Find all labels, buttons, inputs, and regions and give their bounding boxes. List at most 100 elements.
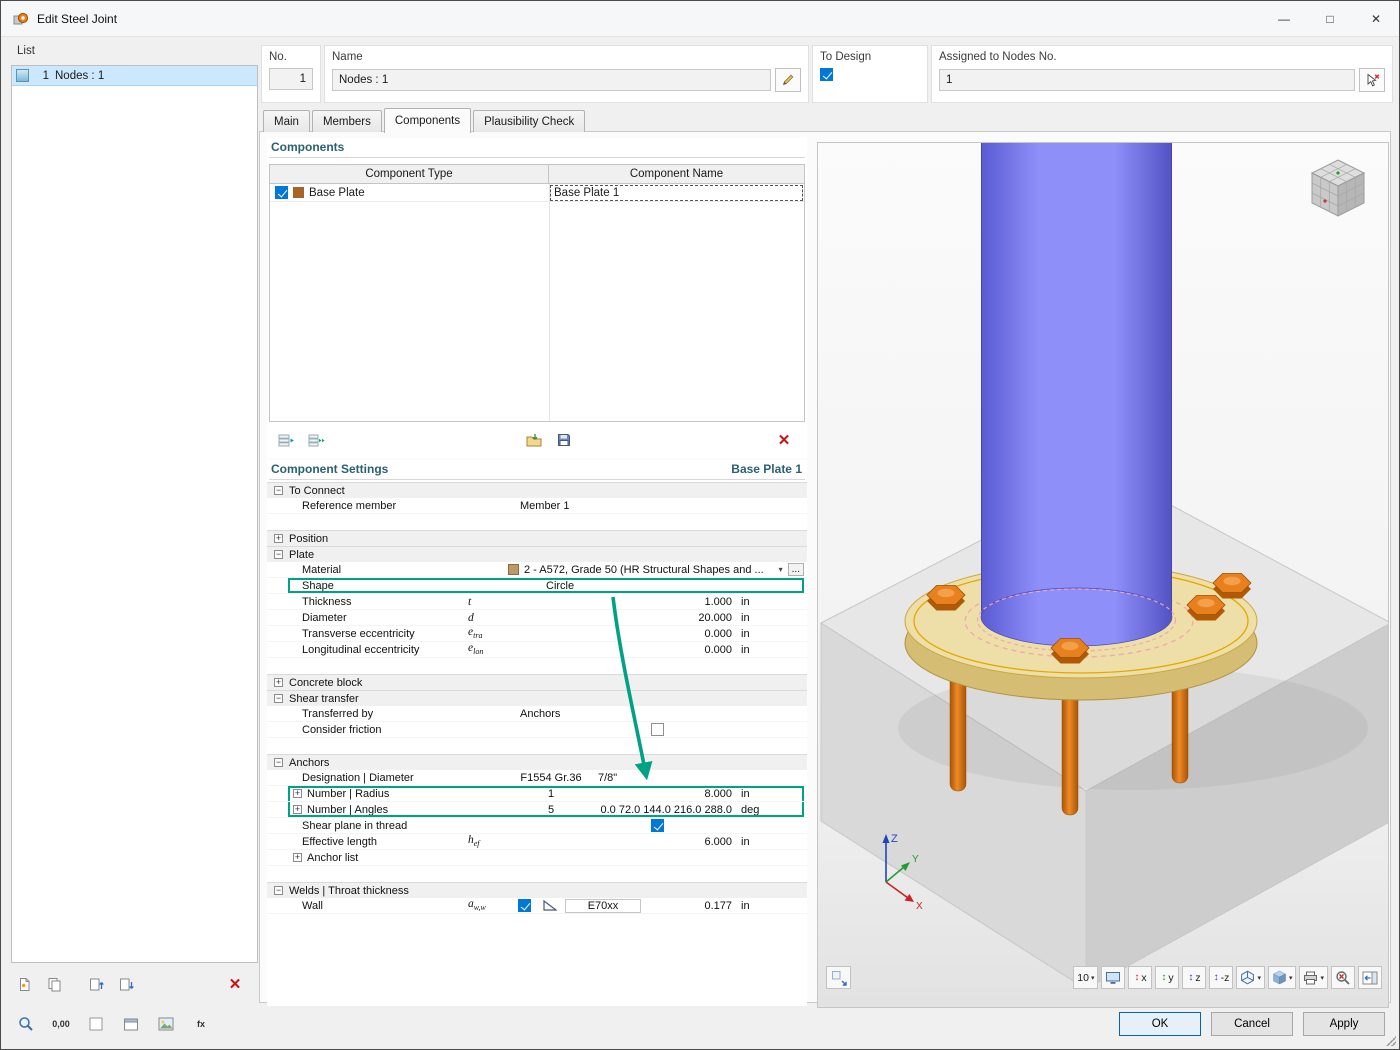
expand-icon[interactable]: + [293, 805, 302, 814]
add-component-button[interactable] [275, 430, 297, 450]
component-row[interactable]: Base PlateBase Plate 1 [270, 184, 804, 202]
tab-plausibility-check[interactable]: Plausibility Check [473, 110, 585, 132]
setting-effective-length[interactable]: Effective lengthhef6.000in [267, 834, 807, 850]
group-welds-throat-thickness[interactable]: −Welds | Throat thickness [267, 882, 807, 898]
setting-material[interactable]: Material2 - A572, Grade 50 (HR Structura… [267, 562, 807, 578]
assigned-nodes-field[interactable]: 1 [939, 69, 1355, 91]
collapse-icon[interactable]: − [274, 486, 283, 495]
print-graphic-button[interactable]: ▾ [1299, 966, 1328, 989]
graphic-options-button[interactable] [153, 1011, 179, 1037]
collapse-icon[interactable]: − [274, 758, 283, 767]
expand-icon[interactable]: + [293, 853, 302, 862]
minimize-button[interactable]: — [1261, 1, 1307, 36]
setting-reference-member[interactable]: Reference memberMember 1 [267, 498, 807, 514]
collapse-icon[interactable]: − [274, 886, 283, 895]
expand-icon[interactable]: + [274, 534, 283, 543]
setting-transferred-by[interactable]: Transferred byAnchors [267, 706, 807, 722]
component-settings-section: Component Settings Base Plate 1 −To Conn… [267, 460, 807, 1006]
setting-thickness[interactable]: Thicknesst1.000in [267, 594, 807, 610]
move-up-joint-button[interactable] [85, 974, 107, 994]
shear-plane-in-thread-checkbox[interactable] [651, 819, 664, 832]
expand-icon[interactable]: + [274, 678, 283, 687]
setting-anchor-list[interactable]: +Anchor list [267, 850, 807, 866]
move-down-joint-button[interactable] [115, 974, 137, 994]
3d-viewport[interactable]: Z Y X 10▾↕x↕y↕z↕-z▾▾▾ [817, 142, 1389, 1008]
rename-button[interactable] [775, 68, 801, 92]
display-mode-button[interactable]: ▾ [1268, 966, 1297, 989]
weld-active-checkbox[interactable] [518, 899, 531, 912]
electrode-field[interactable]: E70xx [565, 899, 641, 913]
view-in-x-button[interactable]: ↕x [1128, 966, 1152, 989]
component-name-cell[interactable]: Base Plate 1 [550, 185, 803, 201]
joints-list[interactable]: 1Nodes : 1 [11, 65, 258, 963]
navigation-cube[interactable] [1306, 155, 1370, 219]
new-joint-button[interactable] [13, 974, 35, 994]
setting-shape[interactable]: ShapeCircle [267, 578, 807, 594]
collapse-icon[interactable]: − [274, 550, 283, 559]
cancel-button[interactable]: Cancel [1211, 1012, 1293, 1036]
chevron-down-icon[interactable]: ▾ [779, 565, 783, 574]
magnifier-icon [18, 1016, 34, 1032]
group-shear-transfer[interactable]: −Shear transfer [267, 690, 807, 706]
tab-members[interactable]: Members [312, 110, 382, 132]
background-color-button[interactable] [83, 1011, 109, 1037]
close-button[interactable]: ✕ [1353, 1, 1399, 36]
setting-shear-plane-in-thread[interactable]: Shear plane in thread [267, 818, 807, 834]
grid-spacer [267, 514, 807, 530]
apply-button[interactable]: Apply [1303, 1012, 1385, 1036]
display-properties-button[interactable] [118, 1011, 144, 1037]
divider [269, 157, 805, 158]
joint-name-field[interactable]: Nodes : 1 [332, 69, 771, 91]
maximize-button[interactable]: □ [1307, 1, 1353, 36]
group-anchors[interactable]: −Anchors [267, 754, 807, 770]
tab-main[interactable]: Main [263, 110, 310, 132]
group-concrete-block[interactable]: +Concrete block [267, 674, 807, 690]
setting-wall[interactable]: Wallaw,wE70xx0.177in [267, 898, 807, 914]
cancel-zoom-button[interactable] [1331, 966, 1355, 989]
setting-transverse-eccentricity[interactable]: Transverse eccentricityetra0.000in [267, 626, 807, 642]
setting-diameter[interactable]: Diameterd20.000in [267, 610, 807, 626]
copy-joint-button[interactable] [43, 974, 65, 994]
view-in-y-button[interactable]: ↕y [1155, 966, 1179, 989]
view-in-z-button[interactable]: ↕z [1182, 966, 1206, 989]
zoom-to-selection-button[interactable] [13, 1011, 39, 1037]
setting-number-radius[interactable]: +Number | Radius18.000in [267, 786, 807, 802]
no-label: No. [269, 51, 313, 63]
full-screen-button[interactable] [1101, 966, 1125, 989]
photo-icon [158, 1017, 174, 1031]
axis-arrows-icon: ↕ [1134, 973, 1139, 983]
setting-number-angles[interactable]: +Number | Angles50.0 72.0 144.0 216.0 28… [267, 802, 807, 818]
list-toolbar-right: ✕ [224, 974, 246, 994]
to-design-checkbox[interactable] [820, 68, 833, 81]
list-item[interactable]: 1Nodes : 1 [12, 66, 257, 86]
group-plate[interactable]: −Plate [267, 546, 807, 562]
tab-components[interactable]: Components [384, 108, 471, 133]
isometric-view-button[interactable]: ▾ [1236, 966, 1265, 989]
delete-joint-button[interactable]: ✕ [224, 974, 246, 994]
zoomx-icon [1335, 970, 1351, 986]
expand-icon[interactable]: + [293, 789, 302, 798]
collapse-icon[interactable]: − [274, 694, 283, 703]
ok-button[interactable]: OK [1119, 1012, 1201, 1036]
setting-designation-diameter[interactable]: Designation | DiameterF1554 Gr.367/8" [267, 770, 807, 786]
delete-all-components-button[interactable]: ✕ [773, 430, 795, 450]
zoom-steps-button[interactable]: 10▾ [1073, 966, 1098, 989]
decimal-places-button[interactable]: 0,00 [48, 1011, 74, 1037]
pan-view-button[interactable] [826, 966, 851, 989]
insert-component-button[interactable] [305, 430, 327, 450]
view-in-minus-z-button[interactable]: ↕-z [1209, 966, 1233, 989]
select-nodes-button[interactable] [1359, 68, 1385, 92]
hide-panel-button[interactable] [1358, 966, 1382, 989]
consider-friction-checkbox[interactable] [651, 723, 664, 736]
save-component-button[interactable] [553, 430, 575, 450]
material-library-button[interactable]: ... [788, 563, 804, 576]
import-component-button[interactable] [523, 430, 545, 450]
setting-consider-friction[interactable]: Consider friction [267, 722, 807, 738]
group-to-connect[interactable]: −To Connect [267, 482, 807, 498]
viewport-toolbar-right: 10▾↕x↕y↕z↕-z▾▾▾ [1073, 966, 1382, 989]
units-and-decimals-button[interactable]: fx [188, 1011, 214, 1037]
setting-longitudinal-eccentricity[interactable]: Longitudinal eccentricityelon0.000in [267, 642, 807, 658]
group-position[interactable]: +Position [267, 530, 807, 546]
component-active-checkbox[interactable] [275, 186, 288, 199]
resize-grip[interactable] [1386, 1036, 1396, 1046]
